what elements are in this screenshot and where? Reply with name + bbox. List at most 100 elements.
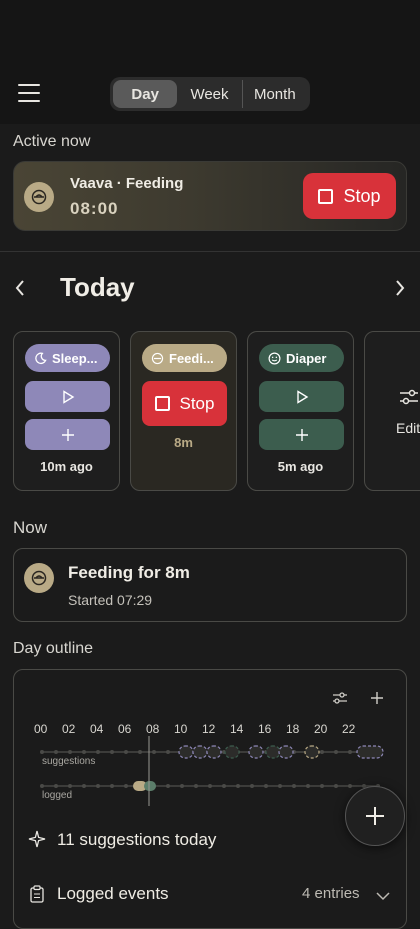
sleep-last: 10m ago [40,459,93,474]
hour-tick-label: 10 [174,722,188,736]
smile-icon [268,352,281,364]
filter-icon[interactable] [332,691,348,710]
diaper-last: 5m ago [277,459,324,474]
now-title: Feeding for 8m [68,563,190,582]
active-now-heading: Active now [13,133,91,150]
logged-events-label[interactable]: Logged events [57,884,169,904]
track-dot [68,750,72,754]
track-dot [292,784,296,788]
track-dot [264,784,268,788]
feeding-icon [24,563,54,593]
track-dot [82,750,86,754]
feeding-chip[interactable]: Feedi... [142,344,227,372]
track-dot [40,750,44,754]
play-icon [62,389,74,404]
suggestion-mark [248,745,264,759]
hour-tick-label: 08 [146,722,160,736]
logged-row-label: logged [42,790,73,801]
track-dot [40,784,44,788]
menu-icon[interactable] [18,84,40,102]
active-timer-card[interactable]: Vaava · Feeding 08:00 Stop [13,161,407,231]
day-title: Today [60,272,135,302]
logged-events-count: 4 entries [302,885,360,902]
active-stop-button[interactable]: Stop [303,173,396,219]
plus-icon [61,428,74,441]
plus-icon [295,428,308,441]
track-dot [166,750,170,754]
hour-tick-label: 04 [90,722,104,736]
sleep-add-button[interactable] [25,419,110,450]
suggestion-mark [278,745,294,759]
track-dot [152,750,156,754]
logged-diaper-mark [144,781,156,791]
track-dot [348,750,352,754]
tile-edit[interactable]: Edit [364,331,420,491]
moon-icon [35,352,47,364]
sparkle-icon [28,830,46,853]
suggestion-mark [224,745,240,759]
plus-icon [366,807,384,825]
now-heading: Now [13,518,48,537]
stop-label: Stop [343,185,381,206]
track-dot [320,784,324,788]
stop-icon [154,396,170,411]
tab-month[interactable]: Month [241,80,307,108]
feeding-icon [24,182,54,212]
suggestion-mark [178,745,194,759]
track-dot [208,784,212,788]
prev-day-icon[interactable] [14,278,26,304]
track-dot [96,750,100,754]
track-dot [334,750,338,754]
track-dot [138,750,142,754]
outline-add-icon[interactable] [370,691,384,710]
tab-week[interactable]: Week [177,80,241,108]
track-dot [278,784,282,788]
add-fab-button[interactable] [345,786,405,846]
track-dot [348,784,352,788]
suggestion-mark [265,745,281,759]
tile-diaper: Diaper 5m ago [247,331,354,491]
range-switcher: Day Week Month [110,77,310,111]
chevron-down-icon[interactable] [376,888,390,906]
next-day-icon[interactable] [394,278,406,304]
sleep-start-button[interactable] [25,381,110,412]
play-icon [296,389,308,404]
suggestion-mark [356,745,384,759]
suggestion-mark [192,745,208,759]
track-dot [194,784,198,788]
diaper-add-button[interactable] [259,419,344,450]
hour-tick-label: 20 [314,722,328,736]
hour-tick-label: 16 [258,722,272,736]
track-dot [180,784,184,788]
diaper-start-button[interactable] [259,381,344,412]
now-card[interactable]: Feeding for 8m Started 07:29 [13,548,407,622]
track-dot [82,784,86,788]
track-dot [250,784,254,788]
sleep-chip[interactable]: Sleep... [25,344,110,372]
track-dot [110,750,114,754]
hour-tick-label: 06 [118,722,132,736]
day-outline-heading: Day outline [13,640,94,657]
track-dot [166,784,170,788]
feeding-stop-button[interactable]: Stop [142,381,227,426]
track-dot [222,784,226,788]
track-dot [54,750,58,754]
track-dot [320,750,324,754]
hour-tick-label: 18 [286,722,300,736]
sleep-chip-label: Sleep... [52,350,98,366]
active-title: Vaava · Feeding [70,175,184,192]
suggestions-summary[interactable]: 11 suggestions today [57,830,216,850]
tab-day[interactable]: Day [113,80,178,108]
diaper-chip-label: Diaper [286,350,327,366]
hour-tick-label: 00 [34,722,48,736]
track-dot [54,784,58,788]
hour-tick-label: 14 [230,722,244,736]
suggestion-mark [304,745,320,759]
feeding-chip-label: Feedi... [169,350,214,366]
timeline-chart[interactable] [14,736,408,806]
feeding-stop-label: Stop [179,393,215,413]
track-dot [96,784,100,788]
sliders-icon [399,388,419,411]
diaper-chip[interactable]: Diaper [259,344,344,372]
active-elapsed: 08:00 [70,199,119,218]
